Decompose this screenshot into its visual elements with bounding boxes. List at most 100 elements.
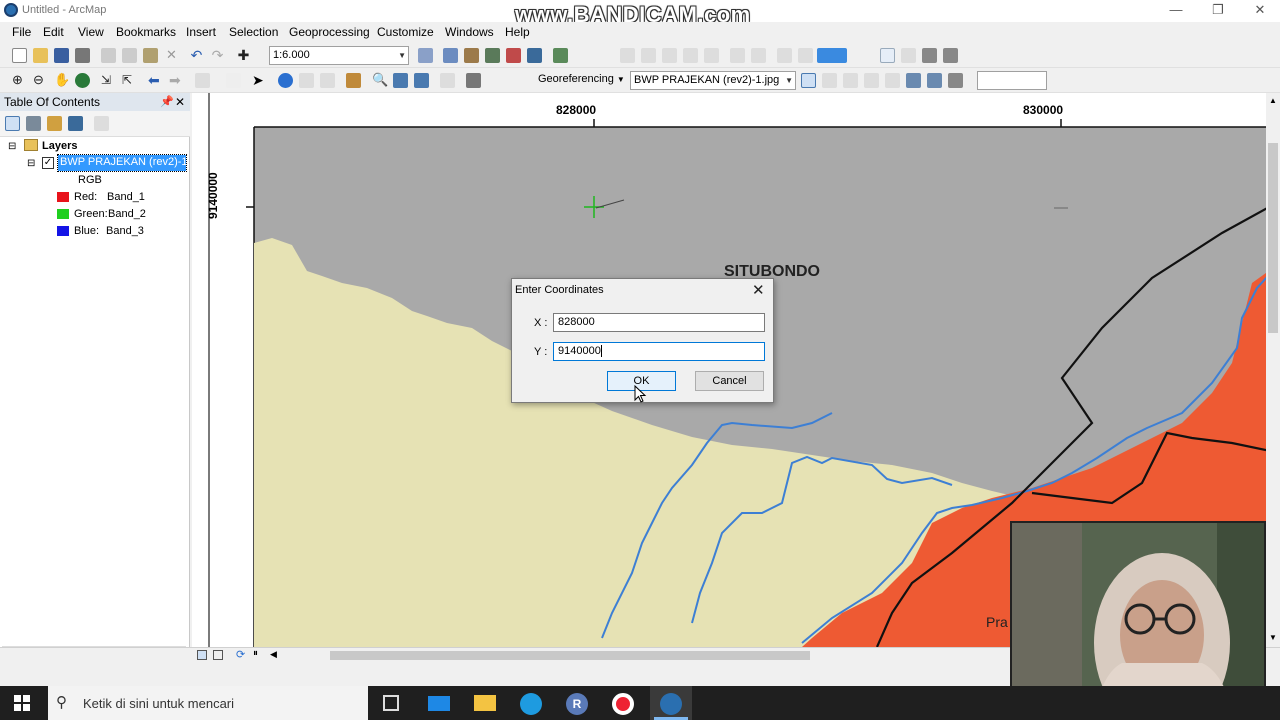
toolbar-icon-g[interactable] [751, 48, 766, 63]
color-swatch-icon[interactable] [817, 48, 847, 63]
toolbar-icon-e[interactable] [704, 48, 719, 63]
map-vertical-scrollbar[interactable]: ▲ ▼ [1266, 93, 1280, 647]
goto-xy-icon[interactable] [414, 73, 429, 88]
toolbar-icon-b[interactable] [641, 48, 656, 63]
list-by-selection-icon[interactable] [68, 116, 83, 131]
scroll-up-icon[interactable]: ▲ [1269, 96, 1277, 105]
menu-insert[interactable]: Insert [186, 25, 216, 39]
edge-icon[interactable] [520, 693, 542, 715]
minimize-button[interactable]: — [1156, 0, 1196, 22]
rotate-angle-input[interactable] [977, 71, 1047, 90]
windows-start-icon[interactable] [14, 695, 30, 711]
copy-icon[interactable] [122, 48, 137, 63]
layout-icon-b[interactable] [901, 48, 916, 63]
pan-icon[interactable]: ✋ [54, 73, 70, 88]
refresh-icon[interactable]: ⟳ [236, 648, 245, 661]
layer-combo[interactable]: BWP PRAJEKAN (rev2)-1.jpg ▼ [630, 71, 796, 90]
auto-adjust-icon[interactable] [885, 73, 900, 88]
x-coordinate-input[interactable]: 828000 [553, 313, 765, 332]
select-features-icon[interactable] [195, 73, 210, 88]
zoom-out-icon[interactable]: ⊖ [33, 73, 48, 88]
toolbar-icon-f[interactable] [730, 48, 745, 63]
clear-selection-icon[interactable] [226, 73, 241, 88]
map-scroll-thumb-h[interactable] [330, 651, 810, 660]
menu-file[interactable]: File [12, 25, 31, 39]
toolbar-icon-i[interactable] [798, 48, 813, 63]
r-app-icon[interactable]: R [566, 693, 588, 715]
scroll-down-icon[interactable]: ▼ [1269, 633, 1277, 642]
add-data-icon[interactable]: ✚ [236, 48, 251, 63]
menu-geoprocessing[interactable]: Geoprocessing [289, 25, 370, 39]
data-view-icon[interactable] [197, 650, 207, 660]
mail-icon[interactable] [428, 696, 450, 711]
identify-icon[interactable] [278, 73, 293, 88]
rotate-icon[interactable] [822, 73, 837, 88]
options-icon[interactable] [94, 116, 109, 131]
fixed-zoom-out-icon[interactable]: ⇱ [122, 73, 137, 88]
menu-customize[interactable]: Customize [377, 25, 434, 39]
menu-bookmarks[interactable]: Bookmarks [116, 25, 176, 39]
georeferencing-menu[interactable]: Georeferencing ▼ [538, 73, 625, 85]
new-icon[interactable] [12, 48, 27, 63]
scroll-left-icon[interactable]: ◀ [270, 649, 277, 660]
collapse-icon[interactable]: ⊟ [27, 158, 35, 169]
modelbuilder-icon[interactable] [553, 48, 568, 63]
rotate-dropdown-icon[interactable] [948, 73, 963, 88]
file-explorer-icon[interactable] [474, 695, 496, 711]
maximize-button[interactable]: ❐ [1198, 0, 1238, 22]
search-window-icon[interactable] [485, 48, 500, 63]
arcmap-taskbar-button[interactable] [650, 686, 692, 720]
add-control-points-icon[interactable] [801, 73, 816, 88]
select-elements-icon[interactable]: ➤ [252, 73, 267, 88]
paste-icon[interactable] [143, 48, 158, 63]
collapse-icon[interactable]: ⊟ [8, 141, 16, 152]
taskbar-search-box[interactable]: ⚲ Ketik di sini untuk mencari [48, 686, 368, 720]
toc-layer-bwp[interactable]: BWP PRAJEKAN (rev2)-1.j [57, 154, 187, 172]
y-coordinate-input[interactable]: 9140000 [553, 342, 765, 361]
list-by-drawing-order-icon[interactable] [5, 116, 20, 131]
list-by-source-icon[interactable] [26, 116, 41, 131]
layout-view-icon[interactable] [213, 650, 223, 660]
map-scale-combo[interactable]: 1:6.000 ▼ [269, 46, 409, 65]
time-slider-icon[interactable] [440, 73, 455, 88]
map-scroll-thumb-v[interactable] [1268, 143, 1278, 333]
cancel-button[interactable]: Cancel [695, 371, 764, 391]
forward-extent-icon[interactable]: ➡ [169, 73, 184, 88]
back-extent-icon[interactable]: ⬅ [148, 73, 163, 88]
list-by-visibility-icon[interactable] [47, 116, 62, 131]
menu-selection[interactable]: Selection [229, 25, 278, 39]
layout-icon-a[interactable] [880, 48, 895, 63]
redo-icon[interactable]: ↷ [210, 48, 225, 63]
layout-icon-c[interactable] [922, 48, 937, 63]
html-popup-icon[interactable] [299, 73, 314, 88]
layout-icon-d[interactable] [943, 48, 958, 63]
close-window-button[interactable]: ✕ [1240, 0, 1280, 22]
toolbar-icon-a[interactable] [620, 48, 635, 63]
toc-group-layers[interactable]: Layers [42, 140, 77, 152]
pin-icon[interactable]: 📌 [160, 93, 174, 111]
toolbar-icon-c[interactable] [662, 48, 677, 63]
close-icon[interactable]: ✕ [175, 93, 185, 111]
bandicam-icon[interactable] [612, 693, 634, 715]
scale-icon[interactable] [864, 73, 879, 88]
arctoolbox-icon[interactable] [506, 48, 521, 63]
close-icon[interactable]: ✕ [752, 281, 765, 299]
hyperlink-icon[interactable] [320, 73, 335, 88]
zoom-in-icon[interactable]: ⊕ [12, 73, 27, 88]
python-icon[interactable] [527, 48, 542, 63]
fixed-zoom-in-icon[interactable]: ⇲ [101, 73, 116, 88]
link-table-icon[interactable] [906, 73, 921, 88]
viewer-icon[interactable] [927, 73, 942, 88]
menu-windows[interactable]: Windows [445, 25, 494, 39]
table-window-icon[interactable] [443, 48, 458, 63]
layer-visibility-checkbox[interactable]: ✓ [42, 157, 54, 169]
editor-icon[interactable] [418, 48, 433, 63]
menu-help[interactable]: Help [505, 25, 530, 39]
save-icon[interactable] [54, 48, 69, 63]
measure-icon[interactable] [346, 73, 361, 88]
find-icon[interactable]: 🔍 [372, 73, 388, 88]
undo-icon[interactable]: ↶ [189, 48, 204, 63]
toolbar-icon-h[interactable] [777, 48, 792, 63]
open-icon[interactable] [33, 48, 48, 63]
pause-drawing-icon[interactable]: ⏸ [253, 648, 258, 659]
